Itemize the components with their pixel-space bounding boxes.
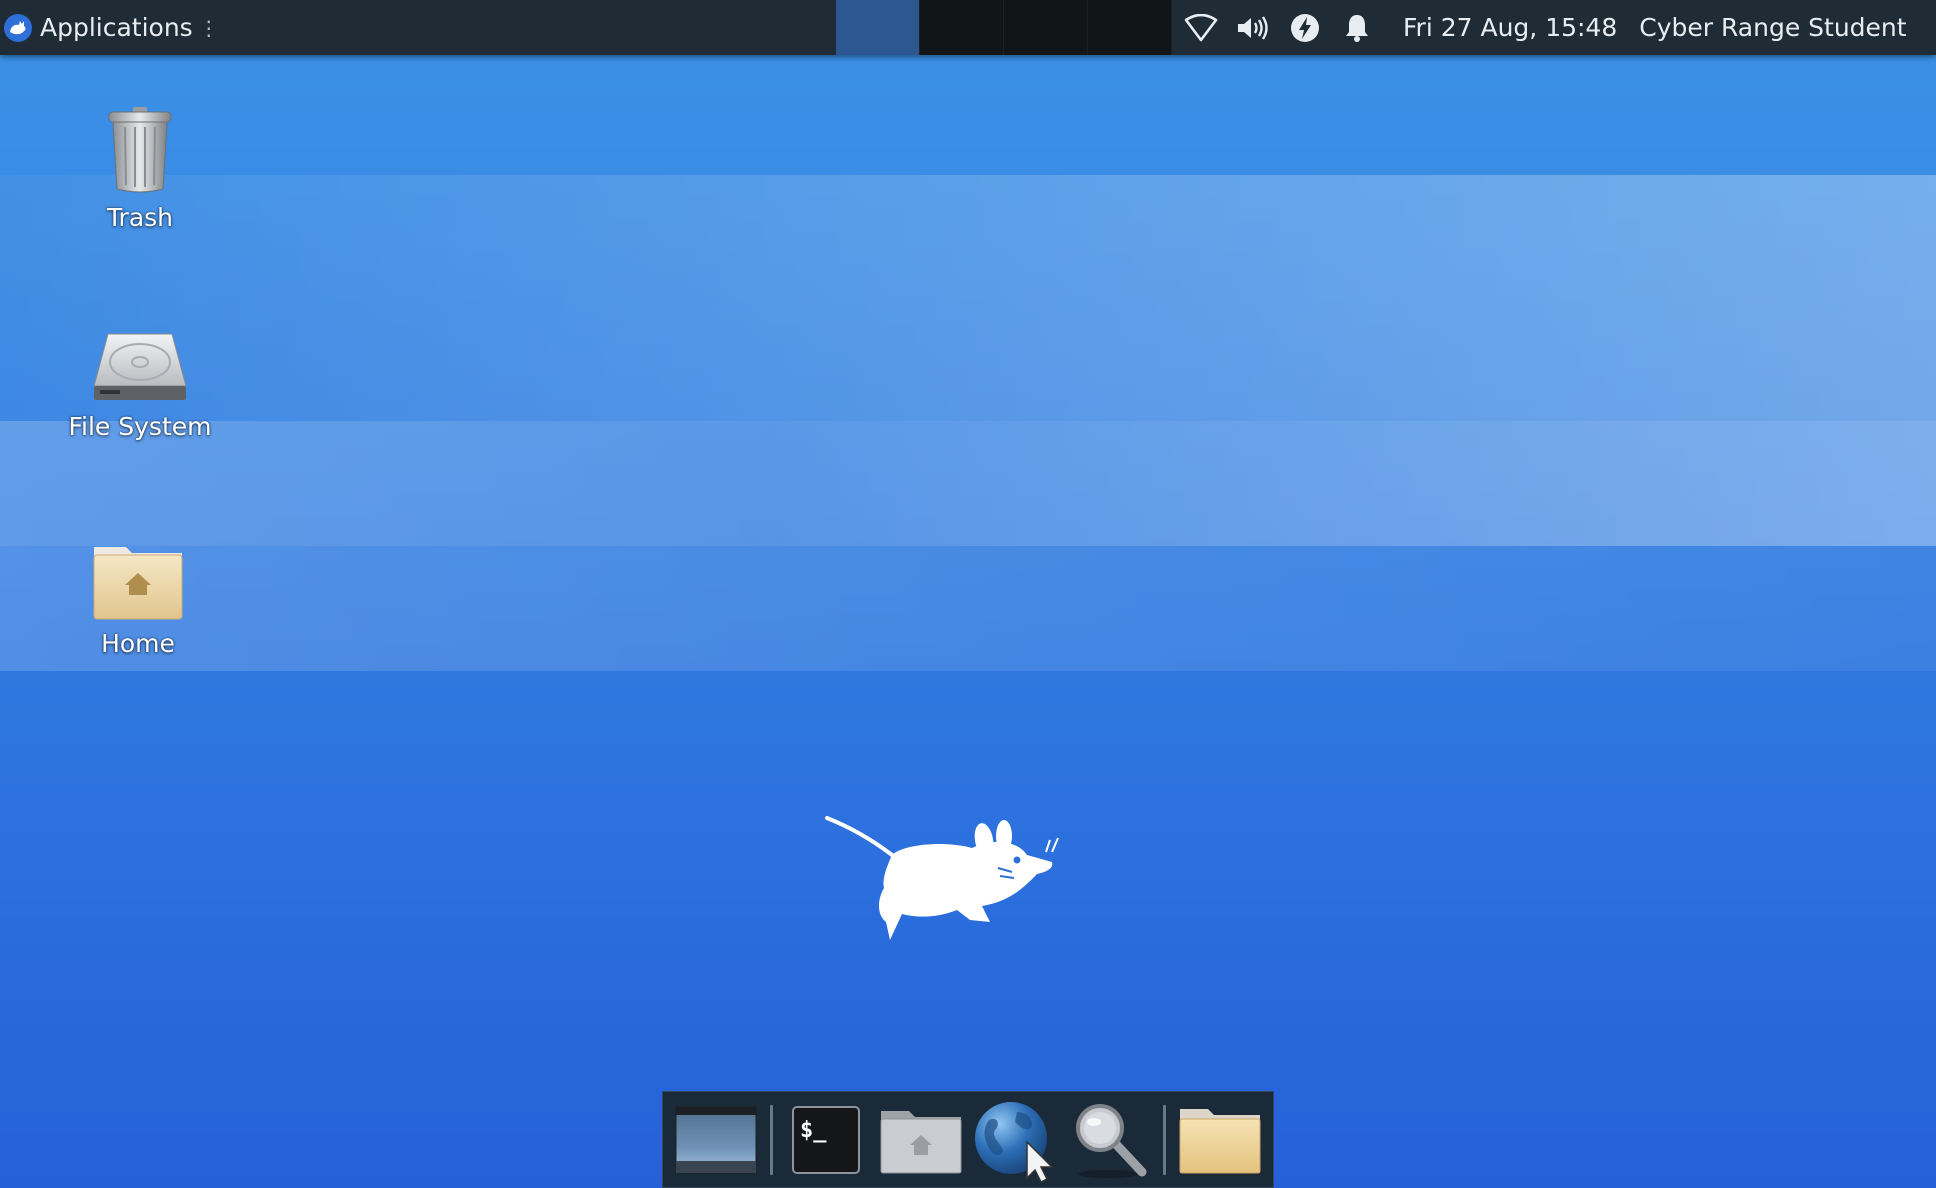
xfce-mouse-logo: [825, 816, 1059, 940]
volume-icon[interactable]: [1227, 0, 1279, 55]
wifi-icon[interactable]: [1175, 0, 1227, 55]
desktop-icon-label: Trash: [106, 203, 174, 232]
bell-icon[interactable]: [1331, 0, 1383, 55]
file-manager-launcher[interactable]: [873, 1095, 968, 1185]
applications-menu-button[interactable]: Applications ⋮: [0, 0, 225, 55]
dock-separator: [1163, 1104, 1167, 1175]
terminal-launcher[interactable]: $_: [779, 1095, 874, 1185]
wallpaper-band: [0, 175, 1936, 421]
svg-text:$_: $_: [800, 1118, 827, 1143]
desktop-icon-label: File System: [68, 412, 212, 441]
xfce-logo-icon: [4, 13, 32, 42]
desktop-icon-home[interactable]: Home: [48, 543, 228, 658]
show-desktop-icon: [675, 1106, 757, 1173]
show-desktop-button[interactable]: [669, 1095, 764, 1185]
desktop-icon-file-system[interactable]: File System: [50, 330, 230, 441]
home-folder-icon: [93, 547, 183, 620]
terminal-icon: $_: [791, 1105, 860, 1174]
top-panel: Applications ⋮ Fri 27 Aug, 15:48 Cyber R…: [0, 0, 1936, 55]
workspace-2[interactable]: [920, 0, 1004, 55]
app-finder-launcher[interactable]: [1063, 1095, 1158, 1185]
app-finder-icon: [1076, 1103, 1147, 1178]
web-browser-icon: [975, 1101, 1055, 1182]
harddrive-icon: [93, 333, 187, 400]
web-browser-launcher[interactable]: [968, 1095, 1063, 1185]
folder-launcher[interactable]: [1172, 1095, 1267, 1185]
user-menu[interactable]: Cyber Range Student: [1639, 13, 1906, 42]
wallpaper-band: [0, 546, 1936, 671]
desktop-icon-label: Home: [101, 629, 175, 658]
dock-separator: [769, 1104, 773, 1175]
workspace-3[interactable]: [1004, 0, 1088, 55]
trash-icon: [108, 107, 172, 193]
power-icon[interactable]: [1279, 0, 1331, 55]
panel-handle-icon: ⋮: [198, 15, 219, 40]
workspace-switcher: [836, 0, 1172, 55]
wallpaper-band: [0, 421, 1936, 546]
dock: $_: [662, 1091, 1274, 1188]
folder-icon: [1179, 1108, 1261, 1173]
system-tray: Fri 27 Aug, 15:48 Cyber Range Student: [1175, 0, 1907, 55]
workspace-4[interactable]: [1088, 0, 1172, 55]
applications-label: Applications: [40, 13, 193, 42]
clock[interactable]: Fri 27 Aug, 15:48: [1403, 13, 1617, 42]
workspace-1[interactable]: [836, 0, 920, 55]
desktop-icon-trash[interactable]: Trash: [50, 105, 230, 232]
file-manager-icon: [880, 1110, 962, 1173]
